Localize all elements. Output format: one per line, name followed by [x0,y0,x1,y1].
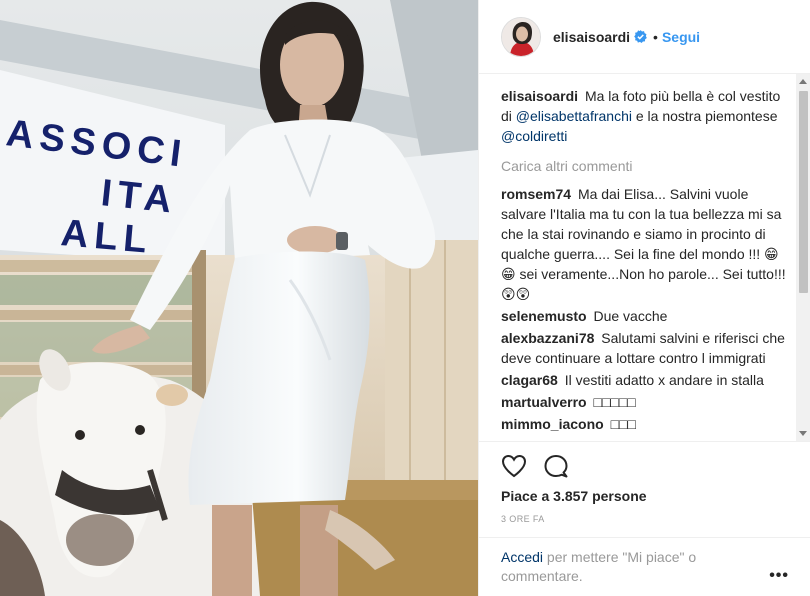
heart-outline-icon[interactable] [501,454,527,478]
comment-item: selenemusto Due vacche [501,306,793,326]
post-photo[interactable]: ASSOCI ITA ALL [0,0,478,596]
comment-item: romsem74 Ma dai Elisa... Salvini vuole s… [501,184,793,304]
comment-username[interactable]: clagar68 [501,372,558,388]
scroll-down-arrow-icon[interactable] [799,431,807,436]
more-options-button[interactable]: ••• [769,567,789,585]
follow-button[interactable]: Segui [662,29,700,45]
comment-text: □□□ [610,416,636,432]
post-timestamp[interactable]: 3 ORE FA [501,514,545,524]
comment-username[interactable]: alexbazzani78 [501,330,594,346]
comment-text: Ma dai Elisa... Salvini vuole salvare l'… [501,186,786,302]
header-separator: • [653,28,658,45]
comments-scrollbar[interactable] [796,74,810,441]
post-view: ASSOCI ITA ALL elisaisoardi • Segui elis… [0,0,810,596]
load-more-comments-button[interactable]: Carica altri commenti [501,156,793,176]
add-comment-area: Accedi per mettere "Mi piace" o commenta… [479,537,810,586]
photo-scene: ASSOCI ITA ALL [0,0,478,596]
comment-item: alexbazzani78 Salutami salvini e riferis… [501,328,793,368]
avatar-image [502,17,540,56]
comment-text: Due vacche [593,308,668,324]
banner-line-3: ALL [59,212,154,262]
comment-username[interactable]: romsem74 [501,186,571,202]
likes-count[interactable]: Piace a 3.857 persone [501,488,647,504]
caption-mention-1[interactable]: @elisabettafranchi [516,108,632,124]
scroll-up-arrow-icon[interactable] [799,79,807,84]
comment-username[interactable]: mimmo_iacono [501,416,604,432]
comment-bubble-icon[interactable] [543,454,569,478]
verified-badge-icon [634,30,647,43]
action-icons [501,454,569,478]
caption-username[interactable]: elisaisoardi [501,88,578,104]
comment-text: □□□□□ [593,394,636,410]
comment-item: mimmo_iacono □□□ [501,414,793,434]
post-side-panel: elisaisoardi • Segui elisaisoardi Ma la … [478,0,810,596]
post-header: elisaisoardi • Segui [479,0,810,74]
comment-username[interactable]: martualverro [501,394,587,410]
comment-item: martualverro □□□□□ [501,392,793,412]
comment-text: Il vestiti adatto x andare in stalla [564,372,764,388]
login-link[interactable]: Accedi [501,549,543,565]
comment-username[interactable]: selenemusto [501,308,587,324]
banner-line-2: ITA [99,172,179,222]
avatar[interactable] [501,16,541,57]
comment-item: clagar68 Il vestiti adatto x andare in s… [501,370,793,390]
scrollbar-thumb[interactable] [799,91,808,293]
comments-list[interactable]: elisaisoardi Ma la foto più bella è col … [501,86,793,438]
caption: elisaisoardi Ma la foto più bella è col … [501,86,793,146]
header-username[interactable]: elisaisoardi [553,29,630,45]
caption-text-2: e la nostra piemontese [635,108,778,124]
post-actions: Piace a 3.857 persone 3 ORE FA Accedi pe… [479,441,810,596]
caption-mention-2[interactable]: @coldiretti [501,128,567,144]
